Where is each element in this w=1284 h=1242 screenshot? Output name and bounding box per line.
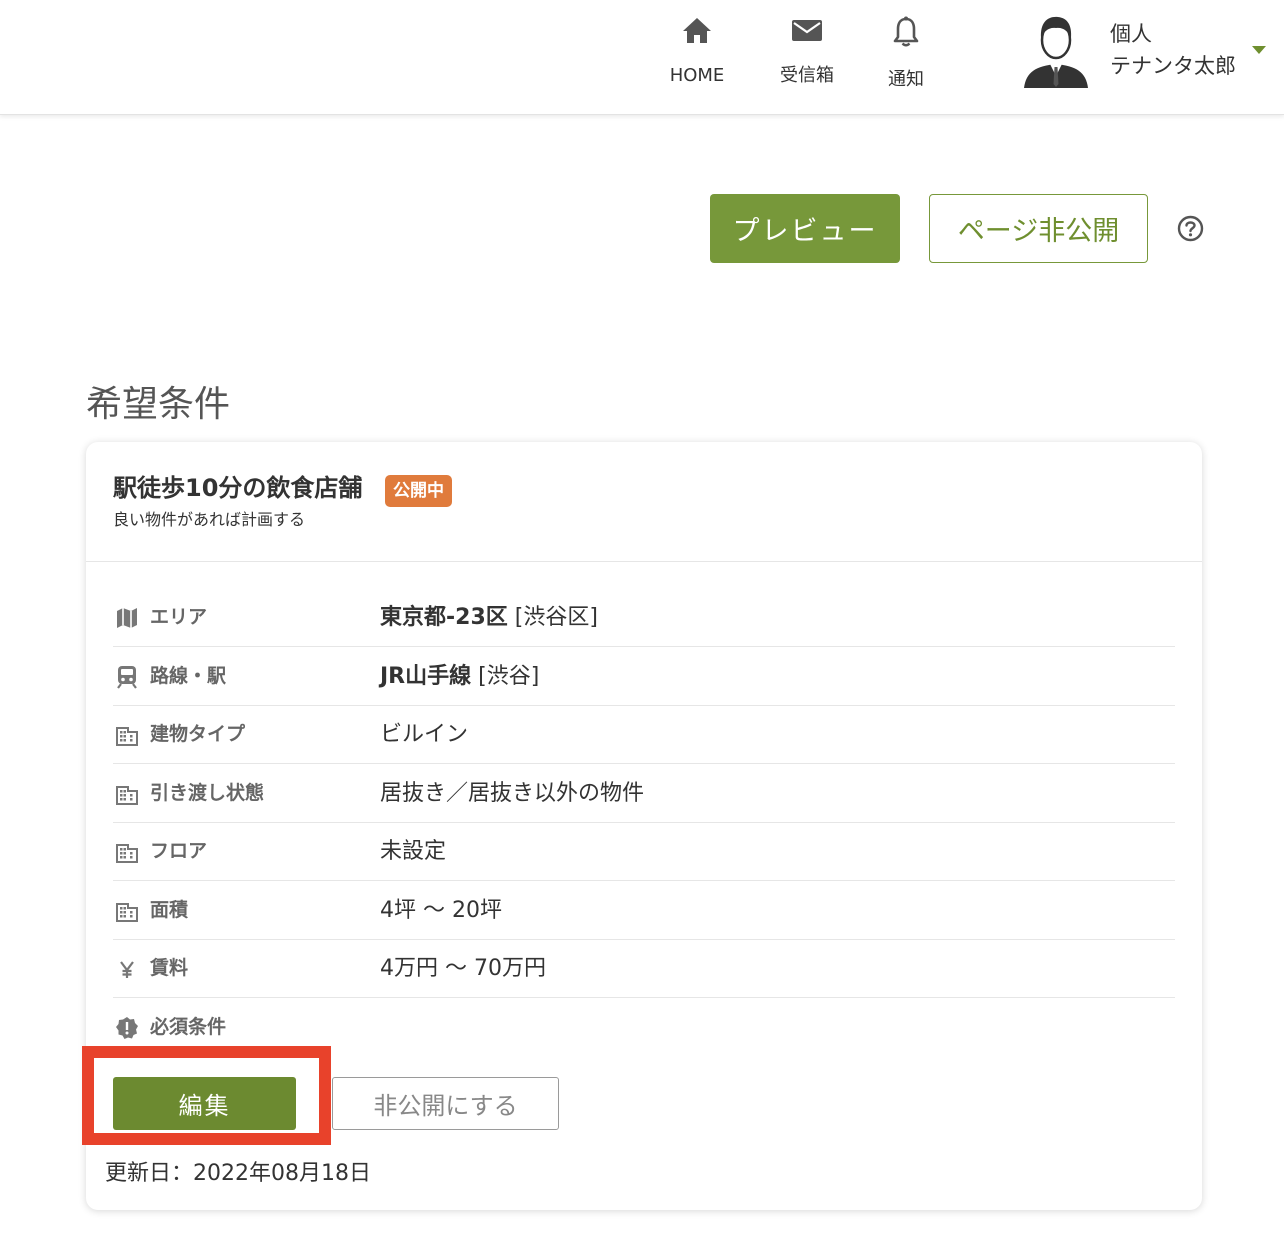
row-value-sub: [渋谷]: [471, 664, 540, 689]
unpublish-button[interactable]: 非公開にする: [332, 1077, 559, 1130]
card-subtitle: 良い物件があれば計画する: [113, 510, 306, 529]
row-value-main: JR山手線: [380, 664, 472, 689]
row-value-sub: [渋谷区]: [507, 605, 598, 630]
card-header: 駅徒歩10分の飲食店舗 公開中 良い物件があれば計画する: [86, 442, 1202, 562]
updated-date: 更新日：2022年08月18日: [105, 1161, 371, 1186]
row-label: 賃料: [150, 957, 189, 979]
top-header: HOME 受信箱 通知 個人 テナンタ太郎: [0, 0, 1284, 115]
card-title: 駅徒歩10分の飲食店舗: [113, 474, 363, 502]
row-value: 東京都-23区 [渋谷区]: [380, 603, 598, 633]
building-icon: [116, 903, 138, 922]
row-label: 引き渡し状態: [150, 782, 265, 804]
building-icon: [116, 727, 138, 746]
mail-icon: [792, 20, 822, 41]
help-icon[interactable]: [1177, 215, 1204, 242]
building-icon: [116, 844, 138, 863]
status-badge: 公開中: [385, 475, 452, 507]
row-value: 未設定: [380, 839, 447, 864]
nav-home[interactable]: HOME: [642, 16, 752, 88]
avatar[interactable]: [1022, 14, 1090, 88]
preview-button[interactable]: プレビュー: [710, 194, 900, 263]
home-icon: [683, 18, 711, 43]
user-name: テナンタ太郎: [1110, 54, 1236, 78]
nav-home-label: HOME: [669, 65, 725, 86]
row-value: 居抜き／居抜き以外の物件: [380, 781, 645, 806]
alert-badge-icon: [116, 1017, 138, 1039]
nav-notice-label: 通知: [888, 69, 924, 90]
train-icon: [117, 666, 137, 689]
row-rent: 賃料 4万円 〜 70万円: [113, 940, 1175, 998]
building-icon: [116, 786, 138, 805]
user-type: 個人: [1110, 22, 1152, 46]
row-value: 4坪 〜 20坪: [380, 898, 502, 923]
row-value: ビルイン: [380, 722, 469, 747]
row-label: フロア: [150, 840, 208, 862]
row-label: エリア: [150, 606, 208, 628]
row-handover: 引き渡し状態 居抜き／居抜き以外の物件: [113, 765, 1175, 823]
row-label: 面積: [150, 899, 189, 921]
row-value-main: 東京都-23区: [380, 605, 508, 630]
nav-inbox-label: 受信箱: [780, 65, 834, 86]
section-title: 希望条件: [86, 384, 231, 425]
edit-button[interactable]: 編集: [113, 1077, 296, 1130]
row-value: JR山手線 [渋谷]: [380, 662, 539, 692]
row-floor: フロア 未設定: [113, 823, 1175, 881]
row-floor-area: 面積 4坪 〜 20坪: [113, 882, 1175, 940]
nav-inbox[interactable]: 受信箱: [752, 16, 862, 88]
yen-icon: [120, 961, 134, 978]
nav-notice[interactable]: 通知: [851, 16, 961, 92]
row-label: 路線・駅: [150, 665, 227, 687]
row-building-type: 建物タイプ ビルイン: [113, 706, 1175, 764]
bell-icon: [893, 16, 919, 47]
row-label: 建物タイプ: [150, 723, 246, 745]
row-area: エリア 東京都-23区 [渋谷区]: [113, 589, 1175, 647]
row-value: 4万円 〜 70万円: [380, 956, 546, 981]
row-line-station: 路線・駅 JR山手線 [渋谷]: [113, 648, 1175, 706]
page-private-button[interactable]: ページ非公開: [929, 194, 1148, 263]
map-icon: [117, 608, 137, 628]
caret-down-icon[interactable]: [1252, 46, 1266, 54]
user-menu[interactable]: 個人 テナンタ太郎: [1110, 18, 1236, 82]
row-label: 必須条件: [150, 1016, 227, 1038]
